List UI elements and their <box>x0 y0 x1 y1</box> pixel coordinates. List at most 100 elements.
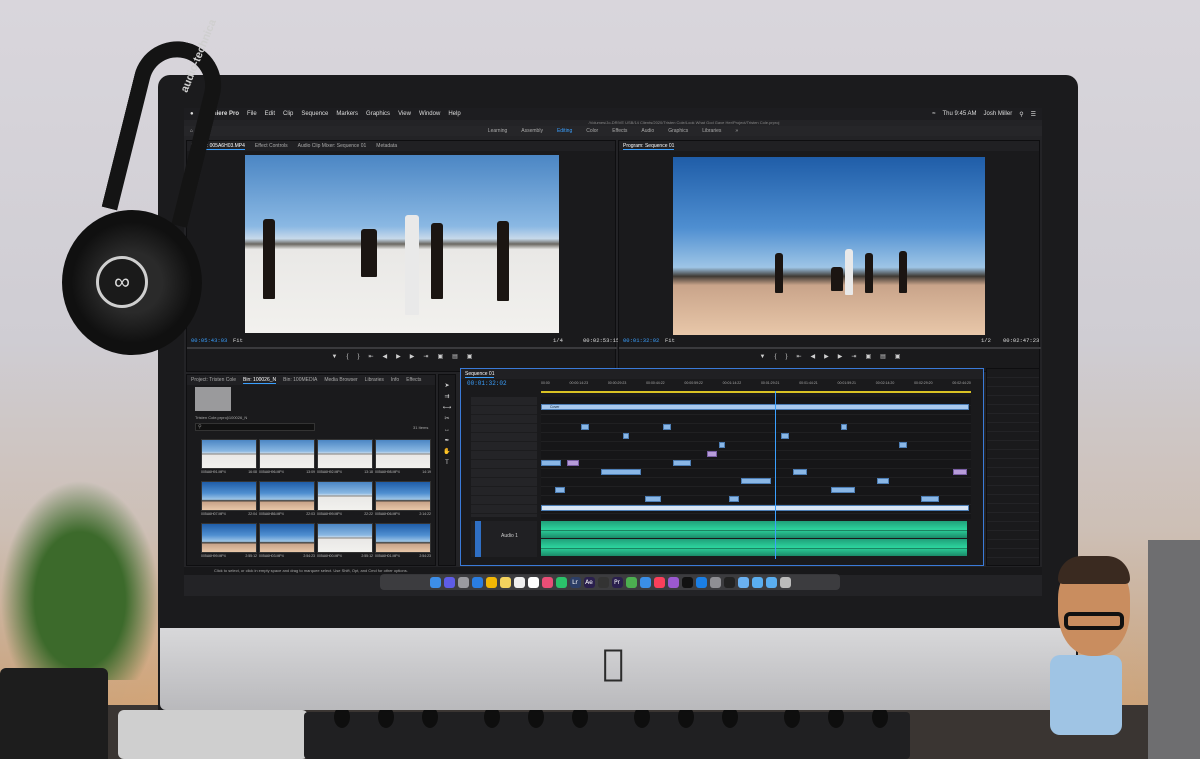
preview-icon[interactable] <box>737 576 749 588</box>
video-clip[interactable] <box>921 496 939 502</box>
ripple-edit-tool-icon[interactable]: ⟷ <box>439 403 455 414</box>
marker-icon[interactable]: ▼ <box>760 354 766 360</box>
trash-icon[interactable] <box>779 576 791 588</box>
mark-out-icon[interactable]: } <box>786 354 788 360</box>
program-fit-select[interactable]: Fit <box>665 337 675 344</box>
timeline-timecode[interactable]: 00:01:32:02 <box>467 380 507 387</box>
lightroom-icon[interactable]: Lr <box>569 576 581 588</box>
source-scale[interactable]: 1/4 <box>553 337 563 344</box>
play-icon[interactable]: ▶ <box>824 353 829 360</box>
step-back-icon[interactable]: ◀ <box>811 353 816 360</box>
video-clip[interactable] <box>601 469 641 475</box>
folder-icon[interactable] <box>751 576 763 588</box>
terminal-icon[interactable] <box>723 576 735 588</box>
workspace-color[interactable]: Color <box>586 128 598 134</box>
nested-clip[interactable] <box>707 451 717 457</box>
clip-thumbnail[interactable] <box>259 481 315 511</box>
clip-thumbnail[interactable] <box>201 523 257 553</box>
video-clip[interactable] <box>729 496 739 502</box>
type-tool-icon[interactable]: T <box>439 458 455 469</box>
video-clip[interactable] <box>831 487 855 493</box>
workspace-more[interactable]: » <box>735 128 738 134</box>
tv-icon[interactable] <box>681 576 693 588</box>
maps-icon[interactable] <box>625 576 637 588</box>
go-to-in-icon[interactable]: ⇤ <box>797 353 802 360</box>
tab-bin-100media[interactable]: Bin: 100MEDIA <box>283 377 317 383</box>
tab-sequence-01[interactable]: Sequence 01 <box>465 371 495 378</box>
menu-markers[interactable]: Markers <box>336 111 358 117</box>
source-scrubber[interactable] <box>187 347 617 349</box>
source-fit-select[interactable]: Fit <box>233 337 243 344</box>
mark-out-icon[interactable]: } <box>358 354 360 360</box>
tab-libraries[interactable]: Libraries <box>365 377 384 383</box>
mark-in-icon[interactable]: { <box>346 354 348 360</box>
time-ruler[interactable]: 00:00 00:00:14:23 00:00:29:23 00:00:44:22 0… <box>541 381 971 391</box>
video-clip[interactable] <box>555 487 565 493</box>
go-to-out-icon[interactable]: ⇥ <box>851 353 856 360</box>
control-center-icon[interactable]: ☰ <box>1031 111 1036 118</box>
workspace-editing[interactable]: Editing <box>557 128 572 134</box>
cover-clip[interactable]: Cover <box>541 404 969 410</box>
program-scale[interactable]: 1/2 <box>981 337 991 344</box>
track-select-tool-icon[interactable]: ⇉ <box>439 392 455 403</box>
tab-info[interactable]: Info <box>391 377 399 383</box>
workspace-assembly[interactable]: Assembly <box>521 128 543 134</box>
menu-file[interactable]: File <box>247 111 257 117</box>
audio-clip[interactable] <box>541 521 967 538</box>
mark-in-icon[interactable]: { <box>774 354 776 360</box>
extract-icon[interactable]: ▤ <box>880 353 886 360</box>
nested-clip[interactable] <box>567 460 579 466</box>
step-back-icon[interactable]: ◀ <box>383 353 388 360</box>
work-area-bar[interactable] <box>541 391 971 393</box>
calendar-icon[interactable] <box>527 576 539 588</box>
podcasts-icon[interactable] <box>667 576 679 588</box>
hand-tool-icon[interactable]: ✋ <box>439 447 455 458</box>
clip-thumbnail[interactable] <box>317 439 373 469</box>
program-timecode[interactable]: 00:01:32:02 <box>623 337 659 344</box>
tab-bin-100026[interactable]: Bin: 100026_N <box>243 377 277 384</box>
track-target-a1[interactable] <box>475 521 481 557</box>
video-clip[interactable] <box>877 478 889 484</box>
tab-program[interactable]: Program: Sequence 01 <box>623 143 675 150</box>
safari-icon[interactable] <box>471 576 483 588</box>
workspace-libraries[interactable]: Libraries <box>702 128 721 134</box>
program-scrubber[interactable] <box>619 347 1041 349</box>
menu-window[interactable]: Window <box>419 111 440 117</box>
tab-effect-controls[interactable]: Effect Controls <box>255 143 288 149</box>
playhead[interactable] <box>775 391 776 559</box>
reminders-icon[interactable] <box>513 576 525 588</box>
nested-clip[interactable] <box>953 469 967 475</box>
clip-thumbnail[interactable] <box>317 481 373 511</box>
clip-thumbnail[interactable] <box>375 439 431 469</box>
clip-thumbnail[interactable] <box>375 523 431 553</box>
menu-sequence[interactable]: Sequence <box>301 111 328 117</box>
settings-icon[interactable] <box>709 576 721 588</box>
menu-edit[interactable]: Edit <box>265 111 275 117</box>
tab-project[interactable]: Project: Tristen Cole <box>191 377 236 383</box>
go-to-in-icon[interactable]: ⇤ <box>369 353 374 360</box>
lift-icon[interactable]: ▣ <box>865 353 871 360</box>
video-clip[interactable] <box>541 460 561 466</box>
search-icon[interactable]: ⚲ <box>1019 111 1023 118</box>
wifi-icon[interactable]: ≈ <box>932 111 935 118</box>
video-tracks[interactable]: Cover <box>541 397 971 519</box>
workspace-audio[interactable]: Audio <box>641 128 654 134</box>
source-video-frame[interactable] <box>245 155 559 333</box>
davinci-icon[interactable] <box>597 576 609 588</box>
tab-metadata[interactable]: Metadata <box>376 143 397 149</box>
video-clip[interactable] <box>741 478 771 484</box>
video-clip[interactable] <box>781 433 789 439</box>
program-video-frame[interactable] <box>673 157 985 335</box>
step-forward-icon[interactable]: ▶ <box>410 353 415 360</box>
clip-thumbnail[interactable] <box>317 523 373 553</box>
go-to-out-icon[interactable]: ⇥ <box>423 353 428 360</box>
play-icon[interactable]: ▶ <box>396 353 401 360</box>
music-icon[interactable] <box>653 576 665 588</box>
clip-thumbnail[interactable] <box>259 439 315 469</box>
video-clip[interactable] <box>623 433 629 439</box>
clock[interactable]: Thu 9:45 AM <box>942 111 976 118</box>
mail-icon[interactable] <box>639 576 651 588</box>
photos-icon[interactable] <box>541 576 553 588</box>
after-effects-icon[interactable]: Ae <box>583 576 595 588</box>
app-store-icon[interactable] <box>695 576 707 588</box>
